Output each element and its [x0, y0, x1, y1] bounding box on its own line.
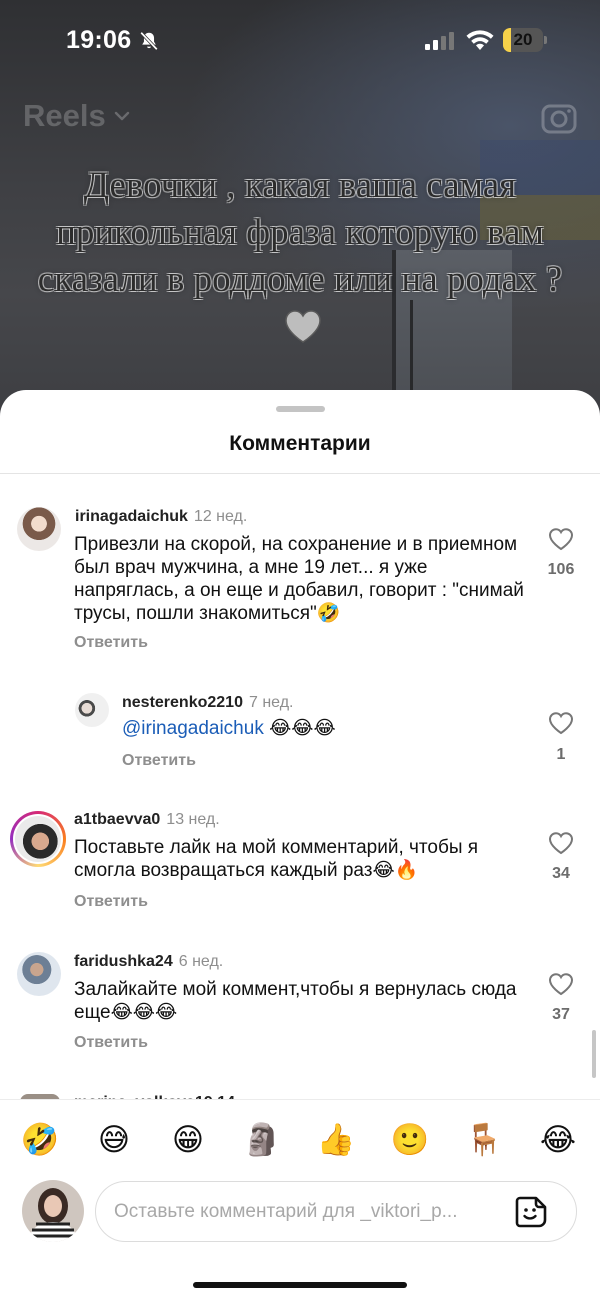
camera-icon[interactable] [541, 100, 577, 134]
bell-off-icon [140, 31, 158, 51]
battery-indicator: 20 [503, 28, 547, 52]
comment-username[interactable]: a1tbaevva0 13 нед. [74, 811, 220, 829]
comment-composer: 🤣 😅 😁 🗿 👍 🙂 🪑 😂 [0, 1099, 600, 1300]
emoji-grin-button[interactable]: 😁 [166, 1118, 210, 1162]
username-text[interactable]: a1tbaevva0 [74, 811, 160, 828]
reels-title[interactable]: Reels [23, 98, 106, 134]
home-indicator[interactable] [193, 1282, 407, 1288]
like-count: 37 [552, 1006, 570, 1023]
heart-icon[interactable] [548, 527, 574, 551]
heart-icon [285, 310, 321, 343]
emoji-joy-button[interactable]: 😂 [536, 1118, 580, 1162]
sheet-grabber[interactable] [276, 406, 325, 412]
battery-percentage: 20 [513, 30, 533, 49]
avatar[interactable] [75, 693, 109, 727]
quick-emoji-bar: 🤣 😅 😁 🗿 👍 🙂 🪑 😂 [0, 1118, 600, 1162]
cellular-signal-icon [425, 32, 454, 50]
username-text[interactable]: irinagadaichuk [75, 508, 188, 525]
comment-time: 12 нед. [193, 508, 248, 525]
emoji-slight-smile-button[interactable]: 🙂 [388, 1118, 432, 1162]
mention-link[interactable]: @irinagadaichuk [122, 718, 264, 739]
reel-caption: Девочки , какая ваша самая прикольная фр… [30, 162, 570, 350]
comment-time: 13 нед. [166, 811, 220, 828]
reply-button[interactable]: Ответить [74, 634, 148, 652]
my-avatar [22, 1180, 84, 1242]
comment-input[interactable] [114, 1182, 504, 1241]
comment-username[interactable]: nesterenko2210 7 нед. [122, 694, 293, 712]
comment-emoji: 😂😂😂 [269, 718, 336, 739]
comment-username[interactable]: faridushka24 6 нед. [74, 953, 223, 971]
emoji-sweat-smile-button[interactable]: 😅 [92, 1118, 136, 1162]
reel-caption-text: Девочки , какая ваша самая прикольная фр… [37, 165, 563, 300]
username-text[interactable]: faridushka24 [74, 953, 173, 970]
avatar-frame [13, 814, 63, 864]
my-avatar-image [22, 1180, 84, 1242]
reel-video-background: 19:06 20 Reels Девочки , какая ваша сама… [0, 0, 600, 420]
emoji-chair-button[interactable]: 🪑 [462, 1118, 506, 1162]
avatar[interactable] [17, 952, 61, 996]
avatar[interactable] [15, 816, 61, 862]
comment-emoji: 😂😂😂 [110, 1002, 178, 1023]
comment-username[interactable]: irinagadaichuk 12 нед. [75, 508, 247, 526]
like-count: 34 [552, 865, 570, 882]
sticker-icon[interactable] [514, 1195, 548, 1229]
like-count: 106 [547, 561, 575, 578]
avatar[interactable] [17, 507, 61, 551]
reply-button[interactable]: Ответить [74, 1034, 148, 1052]
emoji-rofl-button[interactable]: 🤣 [18, 1118, 62, 1162]
comment-body: Привезли на скорой, на сохранение и в пр… [74, 534, 524, 624]
battery-body: 20 [503, 28, 543, 52]
comment-input-box[interactable] [95, 1181, 577, 1242]
heart-icon[interactable] [548, 711, 574, 735]
emoji-moai-button[interactable]: 🗿 [240, 1118, 284, 1162]
like-count: 1 [556, 746, 566, 763]
status-time: 19:06 [66, 26, 132, 54]
heart-icon[interactable] [548, 831, 574, 855]
comment-time: 6 нед. [178, 953, 224, 970]
wifi-icon [466, 30, 494, 50]
chevron-down-icon[interactable] [114, 110, 130, 122]
story-ring[interactable] [10, 811, 66, 867]
comment-emoji: 🤣 [316, 603, 341, 624]
comment-time: 7 нед. [248, 694, 294, 711]
emoji-thumbs-up-button[interactable]: 👍 [314, 1118, 358, 1162]
scrollbar[interactable] [592, 1030, 596, 1078]
sheet-title: Комментарии [229, 432, 371, 455]
username-text[interactable]: nesterenko2210 [122, 694, 243, 711]
comment-text: @irinagadaichuk 😂😂😂 [122, 717, 522, 740]
reply-button[interactable]: Ответить [122, 752, 196, 770]
comment-emoji: 😂🔥 [372, 860, 419, 881]
status-bar: 19:06 20 [0, 0, 600, 80]
reply-button[interactable]: Ответить [74, 893, 148, 911]
comment-text: Залайкайте мой коммент,чтобы я вернулась… [74, 978, 534, 1024]
battery-tip [544, 36, 547, 44]
comment-text: Привезли на скорой, на сохранение и в пр… [74, 533, 534, 625]
comment-text: Поставьте лайк на мой комментарий, чтобы… [74, 836, 534, 882]
sheet-divider [0, 473, 600, 474]
heart-icon[interactable] [548, 972, 574, 996]
